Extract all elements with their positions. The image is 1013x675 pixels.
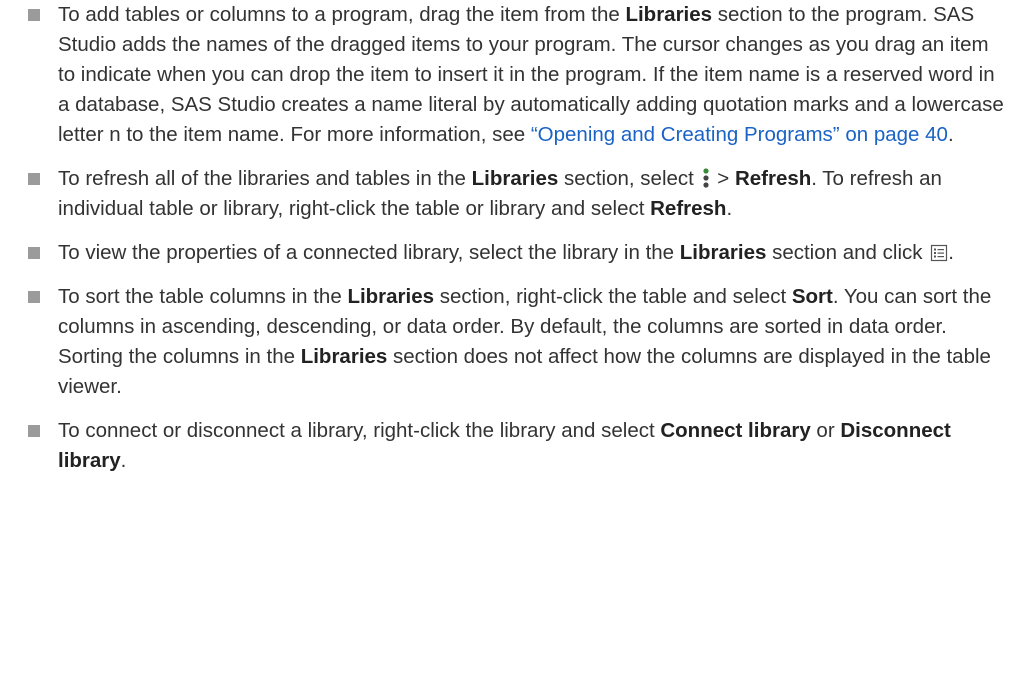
item-text: section and click: [766, 241, 929, 264]
item-text: section, select: [558, 167, 700, 190]
square-bullet-icon: [28, 173, 40, 185]
square-bullet-icon: [28, 247, 40, 259]
square-bullet-icon: [28, 291, 40, 303]
properties-icon: [931, 244, 948, 262]
bold-term: Libraries: [300, 345, 388, 368]
bullet-list: To add tables or columns to a program, d…: [0, 0, 1013, 476]
bold-term: Connect library: [660, 419, 811, 442]
item-text: .: [120, 449, 127, 472]
item-text: To refresh all of the libraries and tabl…: [58, 167, 472, 190]
square-bullet-icon: [28, 9, 40, 21]
item-text: or: [810, 419, 841, 442]
bold-term: Libraries: [625, 3, 713, 26]
list-item-connect: To connect or disconnect a library, righ…: [0, 416, 1013, 476]
item-text: .: [948, 241, 954, 264]
bold-term: Libraries: [471, 167, 559, 190]
bold-term: Refresh: [650, 197, 727, 220]
item-text: To sort the table columns in the: [58, 285, 348, 308]
item-text: .: [726, 197, 733, 220]
item-text: >: [711, 167, 735, 190]
cross-reference-link[interactable]: “Opening and Creating Programs” on page …: [531, 123, 948, 146]
item-text: To add tables or columns to a program, d…: [58, 3, 626, 26]
bold-term: Refresh: [734, 167, 812, 190]
list-item-refresh: To refresh all of the libraries and tabl…: [0, 164, 1013, 224]
square-bullet-icon: [28, 425, 40, 437]
bold-term: Libraries: [679, 241, 767, 264]
list-item-add-tables: To add tables or columns to a program, d…: [0, 0, 1013, 150]
item-text: .: [947, 123, 954, 146]
item-text: section, right-click the table and selec…: [434, 285, 792, 308]
item-text: To view the properties of a connected li…: [58, 241, 680, 264]
bold-term: Libraries: [347, 285, 435, 308]
list-item-properties: To view the properties of a connected li…: [0, 238, 1013, 268]
bold-term: Sort: [791, 285, 833, 308]
list-item-sort: To sort the table columns in the Librari…: [0, 282, 1013, 402]
document-page: To add tables or columns to a program, d…: [0, 0, 1013, 490]
item-text: To connect or disconnect a library, righ…: [58, 419, 661, 442]
more-options-icon: [702, 168, 709, 188]
